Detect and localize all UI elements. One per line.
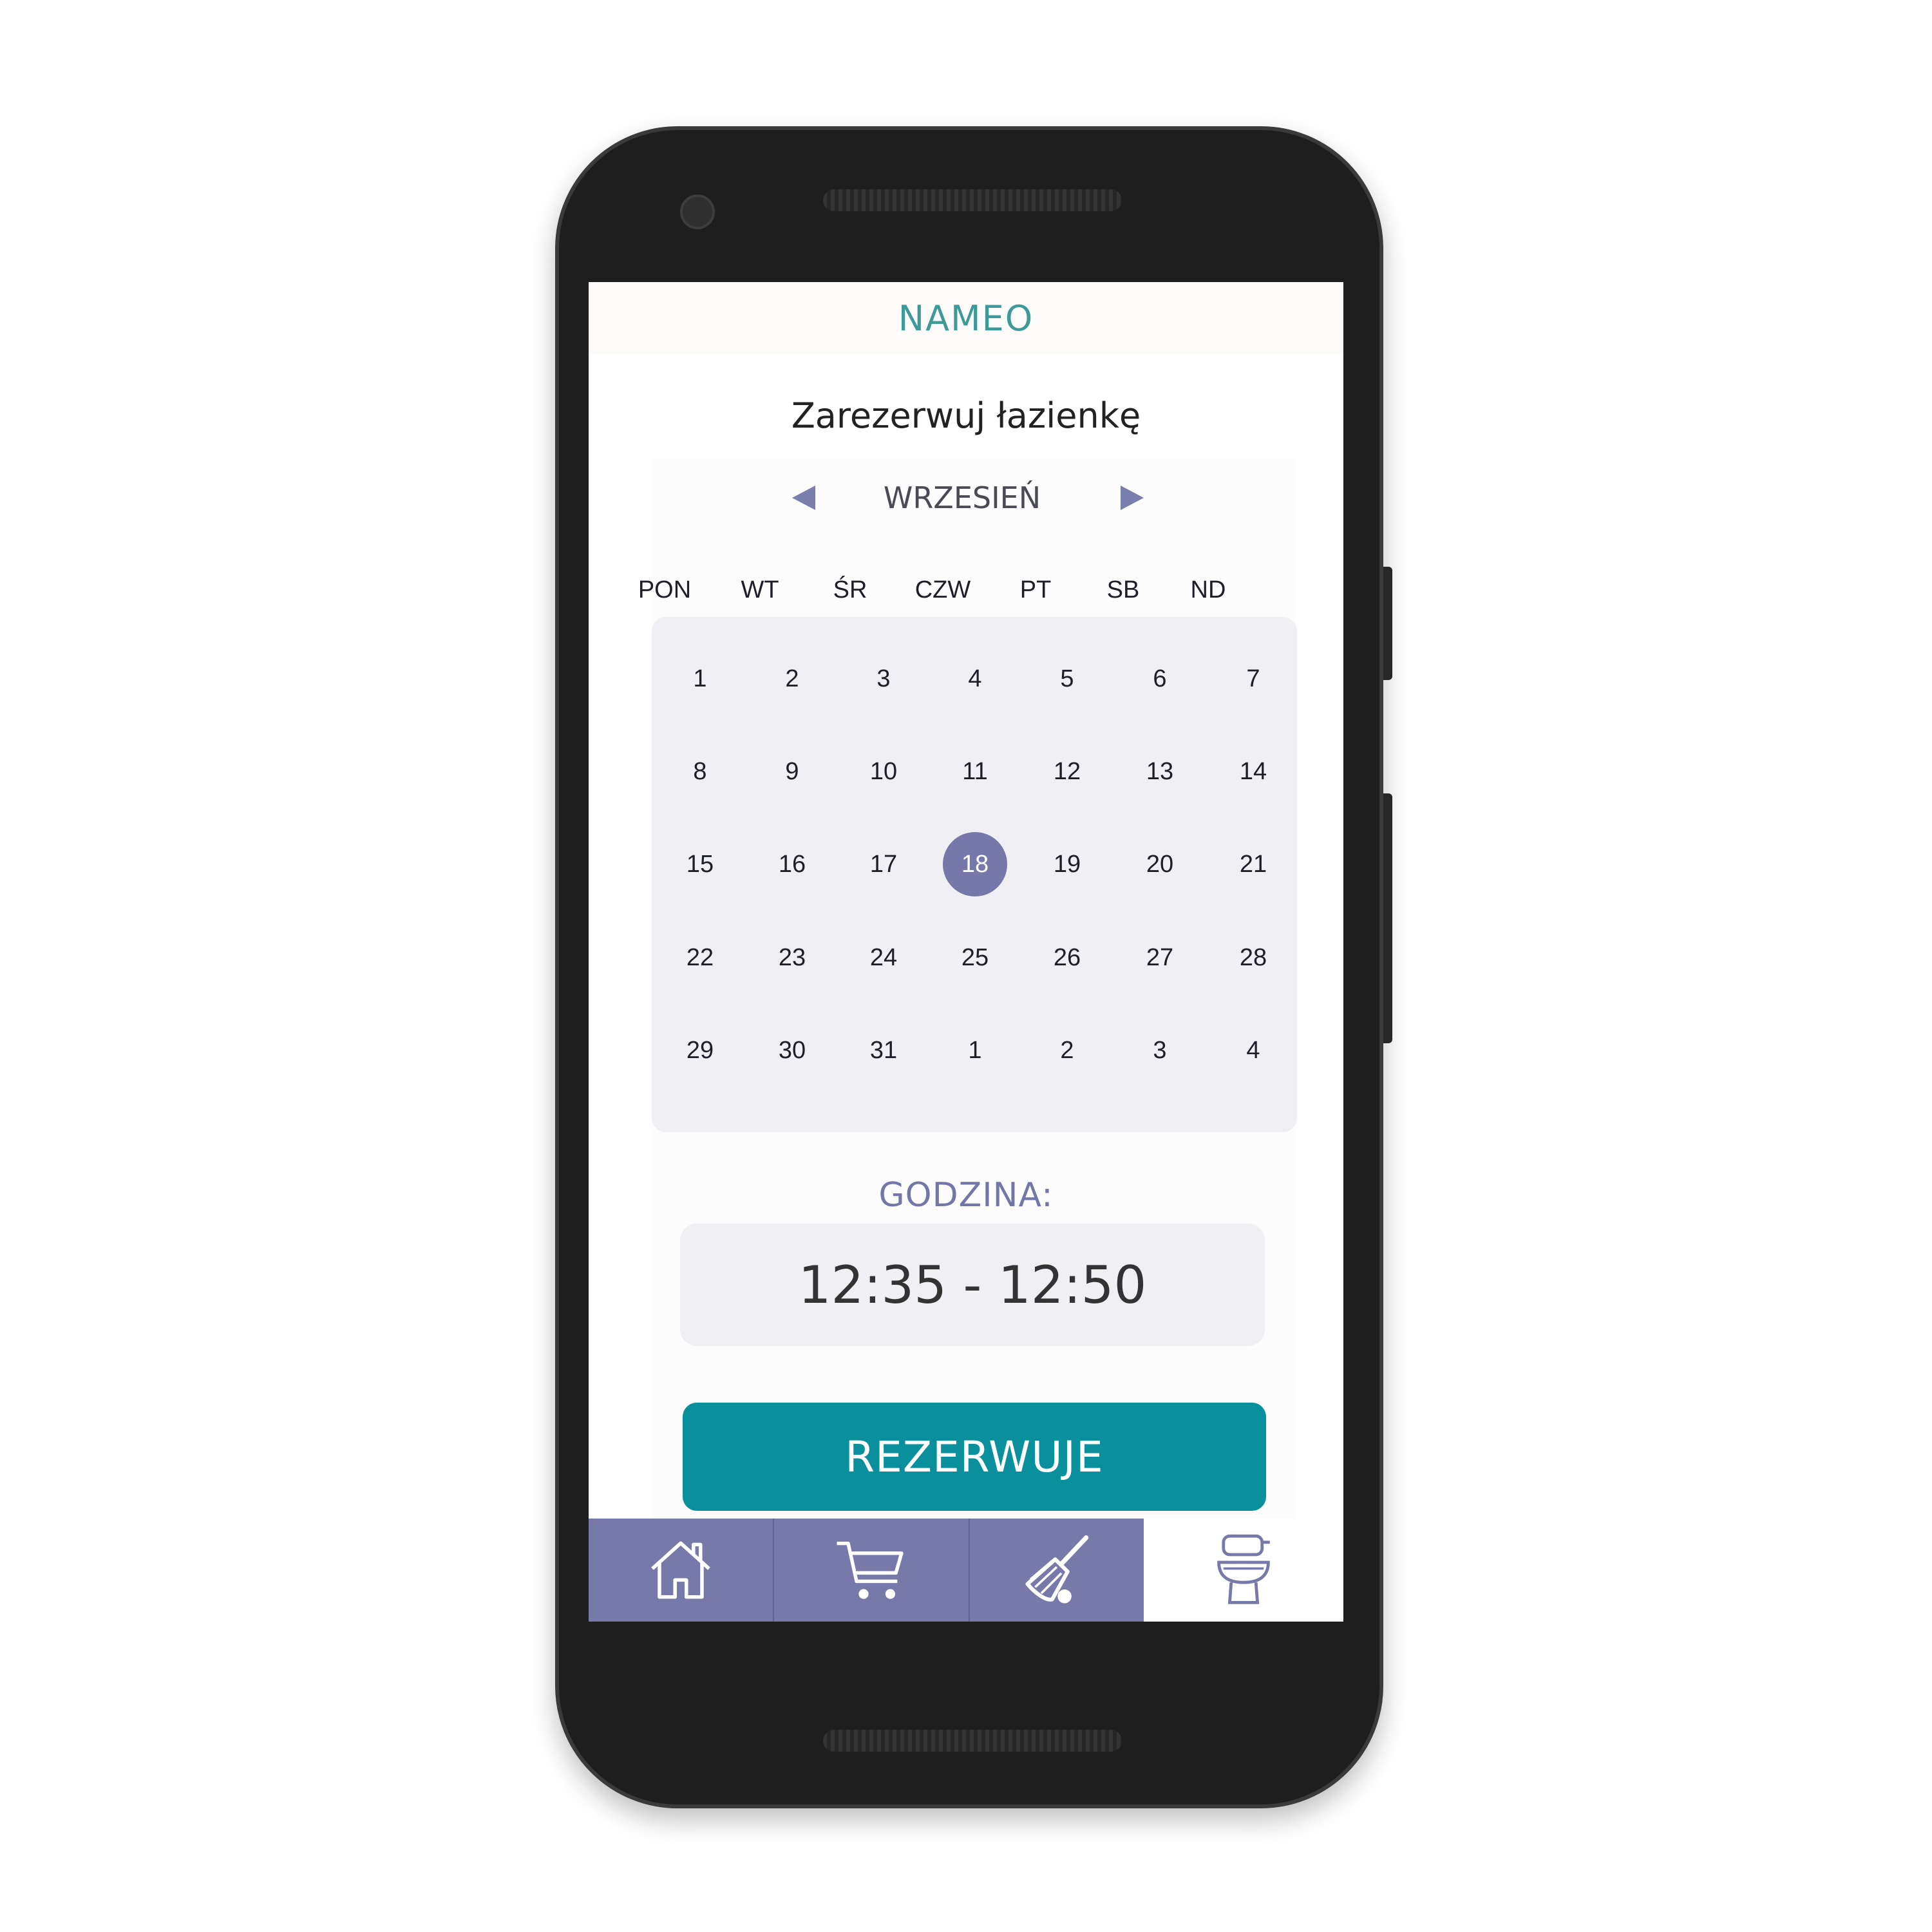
toilet-icon: [1217, 1534, 1270, 1604]
bottom-speaker: [823, 1730, 1122, 1752]
calendar-day-selected[interactable]: 18: [943, 832, 1007, 896]
app-screen: NAMEO Zarezerwuj łazienkę WRZESIEŃ PON W…: [589, 282, 1343, 1622]
calendar-day[interactable]: 24: [848, 922, 919, 993]
calendar-day[interactable]: 27: [1124, 922, 1195, 993]
calendar-day[interactable]: 13: [1124, 736, 1195, 807]
page-title: Zarezerwuj łazienkę: [791, 395, 1141, 436]
calendar-day[interactable]: 8: [665, 736, 735, 807]
calendar-day[interactable]: 3: [1124, 1015, 1195, 1086]
calendar-day[interactable]: 7: [1218, 643, 1289, 714]
calendar-day[interactable]: 1: [940, 1015, 1010, 1086]
weekday-thu: CZW: [914, 576, 971, 603]
calendar-day[interactable]: 4: [940, 643, 1010, 714]
reserve-button[interactable]: REZERWUJE: [683, 1403, 1266, 1511]
calendar-day[interactable]: 17: [848, 829, 919, 900]
calendar-day[interactable]: 9: [757, 736, 828, 807]
calendar-day[interactable]: 2: [757, 643, 828, 714]
app-header: NAMEO: [589, 282, 1343, 354]
weekday-mon: PON: [638, 576, 692, 603]
weekday-fri: PT: [1019, 576, 1052, 603]
nav-shopping[interactable]: [773, 1519, 969, 1622]
hour-label: GODZINA:: [878, 1176, 1054, 1215]
calendar-day[interactable]: 19: [1032, 829, 1103, 900]
camera-icon: [680, 194, 715, 229]
weekday-header: PON WT ŚR CZW PT SB ND: [620, 571, 1264, 609]
calendar-day[interactable]: 11: [940, 736, 1010, 807]
calendar-day[interactable]: 4: [1218, 1015, 1289, 1086]
calendar-day[interactable]: 15: [665, 829, 735, 900]
calendar-day[interactable]: 30: [757, 1015, 828, 1086]
power-button: [1383, 567, 1392, 680]
calendar-day[interactable]: 31: [848, 1015, 919, 1086]
weekday-sun: ND: [1190, 576, 1226, 603]
calendar-day[interactable]: 3: [848, 643, 919, 714]
bottom-nav: [589, 1519, 1343, 1622]
calendar-day[interactable]: 6: [1124, 643, 1195, 714]
calendar-day[interactable]: 26: [1032, 922, 1103, 993]
calendar-day[interactable]: 21: [1218, 829, 1289, 900]
calendar-day[interactable]: 16: [757, 829, 828, 900]
volume-rocker: [1383, 793, 1392, 1043]
calendar-day[interactable]: 2: [1032, 1015, 1103, 1086]
broom-icon: [1025, 1535, 1089, 1604]
calendar-day[interactable]: 5: [1032, 643, 1103, 714]
home-icon: [651, 1541, 710, 1599]
calendar-day[interactable]: 12: [1032, 736, 1103, 807]
calendar-day[interactable]: 14: [1218, 736, 1289, 807]
weekday-wed: ŚR: [833, 576, 867, 603]
weekday-sat: SB: [1106, 576, 1140, 603]
calendar-day[interactable]: 20: [1124, 829, 1195, 900]
month-selector: WRZESIEŃ: [589, 475, 1343, 520]
app-brand: NAMEO: [898, 298, 1034, 339]
calendar-day[interactable]: 10: [848, 736, 919, 807]
next-month-icon[interactable]: [1121, 486, 1144, 510]
nav-home[interactable]: [589, 1519, 773, 1622]
nav-bathroom[interactable]: [1144, 1519, 1343, 1622]
weekday-tue: WT: [741, 576, 779, 603]
nav-cleaning[interactable]: [969, 1519, 1144, 1622]
top-speaker: [823, 189, 1122, 211]
month-label: WRZESIEŃ: [883, 480, 1041, 515]
calendar-day[interactable]: 25: [940, 922, 1010, 993]
calendar-day[interactable]: 28: [1218, 922, 1289, 993]
time-slot-field[interactable]: 12:35 - 12:50: [680, 1224, 1265, 1346]
calendar-day[interactable]: 23: [757, 922, 828, 993]
calendar-day[interactable]: 22: [665, 922, 735, 993]
calendar-day[interactable]: 29: [665, 1015, 735, 1086]
cart-icon: [837, 1541, 904, 1599]
prev-month-icon[interactable]: [792, 486, 815, 510]
calendar-day[interactable]: 1: [665, 643, 735, 714]
